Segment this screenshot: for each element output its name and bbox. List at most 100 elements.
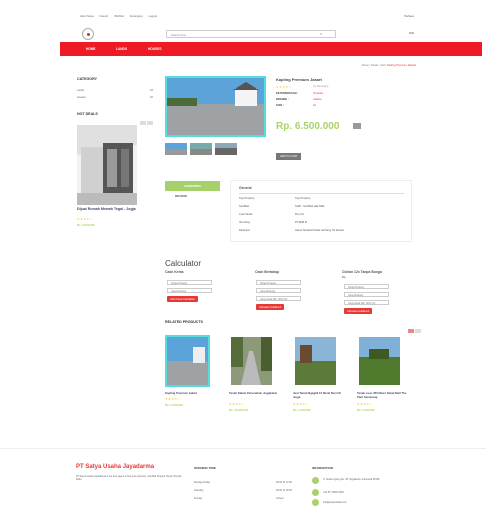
top-link-logout[interactable]: Logout — [149, 14, 158, 18]
meta-value: Jakarta — [313, 98, 322, 101]
related-image[interactable] — [293, 335, 338, 387]
calc-input[interactable]: Harga Property — [256, 280, 301, 285]
calc-input[interactable]: Harga Property — [344, 284, 389, 289]
related-image[interactable] — [165, 335, 210, 387]
spec-key: ID Listing — [239, 221, 250, 224]
search-placeholder: Search here — [171, 33, 187, 37]
category-title: CATEGORY — [77, 77, 97, 81]
breadcrumb-item[interactable]: Jual — [380, 64, 385, 67]
meta-value: 44 — [313, 104, 316, 107]
next-arrow-icon[interactable] — [415, 329, 421, 333]
hours-day: Monday-Friday — [194, 481, 210, 484]
related-image[interactable] — [357, 335, 402, 387]
product-thumbnail[interactable] — [215, 143, 237, 155]
related-arrows — [407, 320, 421, 338]
tab-description[interactable]: DESKRIPSI — [165, 181, 220, 191]
site-logo[interactable] — [82, 28, 94, 40]
calc-button[interactable]: Cash Keras Calculation — [167, 296, 198, 302]
breadcrumb-current: Kapling Premium Jakarta — [387, 64, 416, 67]
prev-arrow-icon[interactable] — [140, 121, 146, 125]
hot-deals-title: HOT DEALS — [77, 112, 98, 116]
breadcrumb-item[interactable]: Tanah — [371, 64, 378, 67]
language-select[interactable]: Bahasa — [405, 14, 415, 18]
related-item-price: Rp. 4.400.000 — [293, 408, 311, 412]
breadcrumb-home[interactable]: Home — [362, 64, 369, 67]
related-title: RELATED PRODUCTS — [165, 320, 203, 324]
meta-label: BRANDE : — [276, 98, 289, 101]
breadcrumb: Home / Tanah / Jual / Kapling Premium Ja… — [361, 64, 416, 67]
hours-time: Closed — [276, 497, 284, 500]
top-link-wishlist[interactable]: Wishlist — [114, 14, 124, 18]
product-title: Kapling Premium Jakart — [276, 77, 322, 82]
spec-heading: General — [239, 186, 252, 190]
related-item-title[interactable]: Tanah Dalam Perumahan Jogjakarta — [229, 391, 279, 395]
top-link-account[interactable]: Akun Saya — [80, 14, 94, 18]
hot-deal-image[interactable] — [77, 125, 137, 205]
house-interior-image — [77, 125, 137, 205]
currency-select[interactable]: IDR — [409, 31, 414, 35]
calc-input[interactable]: Uang Booking — [167, 288, 212, 293]
top-link-favorit[interactable]: Favorit — [100, 14, 109, 18]
related-item-price: Rp. 13.000.000 — [229, 408, 249, 412]
calc-note: Rp. — [342, 276, 347, 279]
hours-time: 08:00 To 15:00 — [276, 489, 292, 492]
related-image[interactable] — [229, 335, 274, 387]
land-photo-image — [167, 337, 208, 385]
calc-input[interactable]: Harga Property — [167, 280, 212, 285]
footer-phone[interactable]: +62 877 8800 3300 — [323, 491, 344, 494]
category-houses[interactable]: Houses — [77, 96, 86, 99]
calculator-title: Calculator — [165, 259, 202, 268]
category-count: 20 — [150, 96, 153, 99]
prev-arrow-icon[interactable] — [408, 329, 414, 333]
top-nav: Akun Saya Favorit Wishlist Keranjang Log… — [80, 14, 157, 18]
related-item-title[interactable]: Jual Tanah Ngaglik 10 Menit Dari UII Jog… — [293, 391, 343, 399]
main-navbar: HOME LANDS HOUSES — [60, 42, 482, 56]
nav-home[interactable]: HOME — [86, 47, 96, 51]
top-link-cart[interactable]: Keranjang — [130, 14, 143, 18]
land-photo-image — [231, 337, 272, 385]
calc-heading: Cash Keras — [165, 270, 184, 274]
product-rating: ★★★★☆ — [276, 85, 292, 89]
location-icon — [312, 477, 319, 484]
calc-button[interactable]: Calculate Installment — [256, 304, 285, 310]
calc-heading: Cash Bertahap — [255, 270, 279, 274]
land-photo-image — [295, 337, 336, 385]
calc-input[interactable]: Uang Booking — [344, 292, 389, 297]
product-main-image[interactable] — [165, 76, 266, 137]
calc-input[interactable]: Uang Booking — [256, 288, 301, 293]
hot-deals-arrows — [139, 112, 153, 130]
related-item-rating: ★★★★☆ — [357, 402, 373, 406]
related-item-title[interactable]: Tanah Luas 350 Meter Dekat Mall The Park… — [357, 391, 409, 399]
hours-day: Sunday — [194, 497, 203, 500]
nav-lands[interactable]: LANDS — [116, 47, 127, 51]
next-arrow-icon[interactable] — [147, 121, 153, 125]
calc-input[interactable]: Uang Muka Min. 30% (%) — [344, 300, 389, 305]
category-lands[interactable]: Lands — [77, 89, 84, 92]
hot-deal-title[interactable]: Dijual Rumah Mewah Tegal - Jogja — [77, 207, 157, 211]
meta-label: SIAR : — [276, 104, 284, 107]
add-to-cart-button[interactable]: ADD TO CART — [276, 153, 302, 160]
related-item-price: Rp. 6.500.000 — [165, 403, 183, 407]
spec-divider — [239, 193, 404, 194]
nav-houses[interactable]: HOUSES — [148, 47, 161, 51]
calc-button[interactable]: Calculate Installment — [344, 308, 373, 314]
spec-key: Luas Tanah — [239, 213, 253, 216]
land-photo-image — [359, 337, 400, 385]
spec-value: SHM - Sertifikat Hak Milik — [295, 205, 325, 208]
related-item-rating: ★★★★☆ — [229, 402, 245, 406]
product-thumbnail[interactable] — [165, 143, 187, 155]
spec-value: Akses Terdekat Dekat Gerbang Tol Kanaro — [295, 229, 345, 232]
tab-review[interactable]: REVIEW — [165, 194, 220, 198]
footer-email[interactable]: info@satyausaha.com — [323, 501, 347, 504]
product-reviews[interactable]: (1) Review(s) — [313, 85, 328, 89]
footer-address: Jl. Sultan Agung No. 45 Yogyakarta, Indo… — [323, 478, 380, 481]
hours-day: Saturday — [194, 489, 204, 492]
search-input[interactable]: Search here — [166, 30, 336, 38]
product-thumbnail[interactable] — [190, 143, 212, 155]
product-price: Rp. 6.500.000 — [276, 121, 340, 132]
search-icon[interactable]: ⌕ — [320, 31, 322, 36]
footer-company-name: PT Satya Usaha Jayadarma — [76, 464, 155, 470]
related-item-title[interactable]: Kapling Premium Jakart — [165, 391, 215, 395]
calc-input[interactable]: Uang Muka Min. 30% (%) — [256, 296, 301, 301]
compare-icon[interactable] — [353, 123, 361, 129]
